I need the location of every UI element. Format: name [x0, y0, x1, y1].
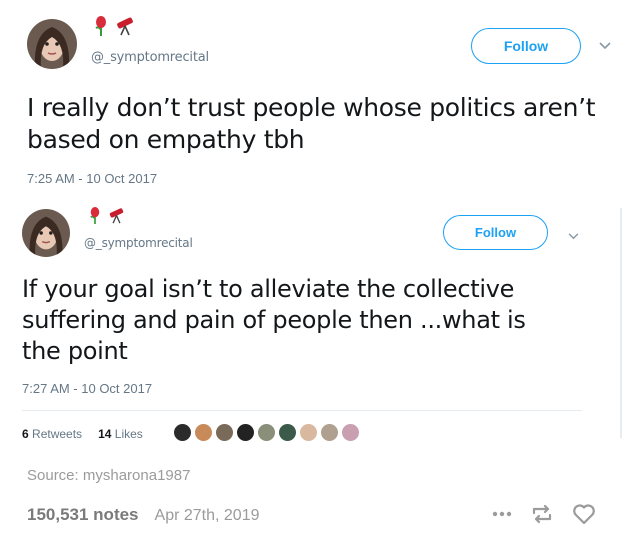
post-source[interactable]: Source: mysharona1987: [27, 467, 190, 484]
follow-button[interactable]: Follow: [443, 215, 548, 250]
telescope-icon: [109, 208, 124, 224]
liker-avatar[interactable]: [279, 424, 296, 441]
engagement-stats: 6 Retweets 14 Likes: [22, 427, 143, 441]
tweet-text-line: based on empathy tbh: [27, 125, 305, 154]
avatar[interactable]: [22, 209, 70, 257]
heart-icon[interactable]: [572, 503, 596, 525]
liker-avatar[interactable]: [216, 424, 233, 441]
retweets-stat[interactable]: 6 Retweets: [22, 427, 82, 441]
tweet-card-1: @_symptomrecital Follow I really don’t t…: [0, 0, 626, 200]
likes-count: 14: [98, 427, 112, 441]
liker-avatar[interactable]: [342, 424, 359, 441]
liker-avatar[interactable]: [258, 424, 275, 441]
follow-button[interactable]: Follow: [471, 28, 581, 64]
post-actions: [492, 503, 596, 525]
card-border: [620, 208, 622, 438]
post-footer: 150,531 notes Apr 27th, 2019: [27, 505, 259, 525]
liker-avatar[interactable]: [321, 424, 338, 441]
likes-label: Likes: [114, 427, 143, 441]
tweet-timestamp[interactable]: 7:27 AM - 10 Oct 2017: [22, 381, 152, 396]
liker-avatars: [174, 424, 359, 441]
chevron-down-icon[interactable]: [568, 228, 579, 244]
tweet-text-line: the point: [22, 337, 128, 365]
divider: [22, 410, 582, 411]
more-options-icon[interactable]: [492, 511, 512, 517]
chevron-down-icon[interactable]: [599, 38, 611, 54]
liker-avatar[interactable]: [300, 424, 317, 441]
tweet-timestamp[interactable]: 7:25 AM - 10 Oct 2017: [27, 171, 157, 186]
tweet-text: If your goal isn’t to alleviate the coll…: [22, 274, 526, 367]
likes-stat[interactable]: 14 Likes: [98, 427, 143, 441]
tweet-text: I really don’t trust people whose politi…: [27, 92, 596, 156]
avatar[interactable]: [27, 19, 77, 69]
tweet-text-line: If your goal isn’t to alleviate the coll…: [22, 275, 515, 303]
liker-avatar[interactable]: [174, 424, 191, 441]
tweet-text-line: suffering and pain of people then ...wha…: [22, 306, 526, 334]
user-handle[interactable]: @_symptomrecital: [84, 236, 193, 250]
user-handle[interactable]: @_symptomrecital: [91, 50, 209, 65]
rose-icon: [90, 207, 100, 224]
rose-icon: [95, 16, 106, 36]
tweet-card-2: @_symptomrecital Follow If your goal isn…: [0, 200, 626, 445]
retweets-label: Retweets: [32, 427, 83, 441]
avatar-image: [27, 19, 77, 69]
post-date[interactable]: Apr 27th, 2019: [155, 507, 260, 525]
tweet-text-line: I really don’t trust people whose politi…: [27, 93, 596, 122]
liker-avatar[interactable]: [195, 424, 212, 441]
liker-avatar[interactable]: [237, 424, 254, 441]
notes-count[interactable]: 150,531 notes: [27, 505, 139, 525]
reblog-icon[interactable]: [530, 504, 554, 524]
display-name-emoji: [88, 207, 125, 224]
avatar-image: [22, 209, 70, 257]
telescope-icon: [117, 17, 133, 36]
display-name-emoji: [93, 16, 135, 36]
retweets-count: 6: [22, 427, 29, 441]
